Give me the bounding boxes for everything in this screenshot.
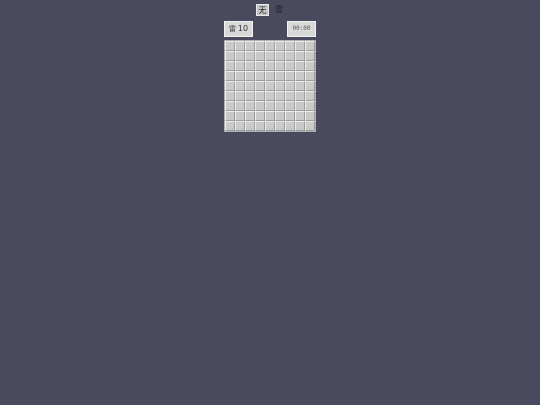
board-cell[interactable] (265, 41, 275, 51)
board-cell[interactable] (245, 41, 255, 51)
board-cell[interactable] (305, 61, 315, 71)
board-cell[interactable] (305, 51, 315, 61)
board-cell[interactable] (235, 71, 245, 81)
board-cell[interactable] (275, 121, 285, 131)
board-cell[interactable] (265, 111, 275, 121)
board-cell[interactable] (295, 121, 305, 131)
board-cell[interactable] (255, 41, 265, 51)
board-cell[interactable] (295, 41, 305, 51)
board-cell[interactable] (235, 61, 245, 71)
board-cell[interactable] (275, 101, 285, 111)
board-cell[interactable] (265, 61, 275, 71)
board-cell[interactable] (235, 121, 245, 131)
board-cell[interactable] (305, 111, 315, 121)
board-cell[interactable] (285, 111, 295, 121)
game-board (224, 40, 316, 132)
board-cell[interactable] (285, 51, 295, 61)
board-cell[interactable] (285, 41, 295, 51)
board-cell[interactable] (255, 51, 265, 61)
mine-count: 10 (237, 24, 249, 33)
board-cell[interactable] (245, 51, 255, 61)
board-cell[interactable] (275, 51, 285, 61)
board-cell[interactable] (225, 91, 235, 101)
board-cell[interactable] (305, 41, 315, 51)
board-cell[interactable] (275, 41, 285, 51)
board-cell[interactable] (225, 61, 235, 71)
board-cell[interactable] (255, 121, 265, 131)
board-cell[interactable] (265, 121, 275, 131)
board-cell[interactable] (225, 51, 235, 61)
board-cell[interactable] (235, 41, 245, 51)
board-cell[interactable] (265, 71, 275, 81)
board-cell[interactable] (225, 71, 235, 81)
board-cell[interactable] (295, 61, 305, 71)
board-cell[interactable] (235, 101, 245, 111)
board-cell[interactable] (285, 81, 295, 91)
board-cell[interactable] (275, 111, 285, 121)
board-cell[interactable] (255, 111, 265, 121)
minesweeper-page: 无 雷 雷 10 00:00 (0, 0, 540, 405)
board-cell[interactable] (305, 121, 315, 131)
board-cell[interactable] (305, 101, 315, 111)
board-cell[interactable] (245, 61, 255, 71)
board-cell[interactable] (235, 51, 245, 61)
board-cell[interactable] (295, 71, 305, 81)
board-cell[interactable] (305, 81, 315, 91)
board-cell[interactable] (265, 101, 275, 111)
mine-icon: 雷 (228, 25, 236, 33)
board-cell[interactable] (235, 111, 245, 121)
board-cell[interactable] (255, 61, 265, 71)
dig-mode-button[interactable]: 无 (256, 4, 269, 16)
board-cell[interactable] (245, 101, 255, 111)
board-cell[interactable] (295, 51, 305, 61)
board-cell[interactable] (305, 71, 315, 81)
board-cell[interactable] (265, 91, 275, 101)
flag-mode-button[interactable]: 雷 (273, 4, 285, 16)
board-cell[interactable] (225, 121, 235, 131)
board-cell[interactable] (275, 81, 285, 91)
board-cell[interactable] (245, 81, 255, 91)
board-cell[interactable] (285, 101, 295, 111)
board-cell[interactable] (285, 61, 295, 71)
mine-counter: 雷 10 (224, 21, 253, 37)
board-cell[interactable] (295, 101, 305, 111)
board-cell[interactable] (225, 41, 235, 51)
board-cell[interactable] (245, 111, 255, 121)
board-cell[interactable] (225, 81, 235, 91)
board-cell[interactable] (245, 91, 255, 101)
board-cell[interactable] (225, 111, 235, 121)
board-cell[interactable] (275, 61, 285, 71)
board-cell[interactable] (225, 101, 235, 111)
board-cell[interactable] (255, 81, 265, 91)
board-cell[interactable] (285, 71, 295, 81)
board-cell[interactable] (295, 111, 305, 121)
board-cell[interactable] (235, 91, 245, 101)
board-cell[interactable] (265, 81, 275, 91)
timer: 00:00 (287, 21, 316, 37)
board-cell[interactable] (275, 71, 285, 81)
board-cell[interactable] (235, 81, 245, 91)
board-cell[interactable] (295, 81, 305, 91)
board-cell[interactable] (255, 71, 265, 81)
board-cell[interactable] (295, 91, 305, 101)
board-cell[interactable] (245, 121, 255, 131)
board-cell[interactable] (265, 51, 275, 61)
board-cell[interactable] (255, 101, 265, 111)
board-cell[interactable] (285, 121, 295, 131)
board-cell[interactable] (285, 91, 295, 101)
board-cell[interactable] (255, 91, 265, 101)
board-cell[interactable] (245, 71, 255, 81)
mode-toolbar: 无 雷 (256, 4, 285, 16)
board-cell[interactable] (305, 91, 315, 101)
board-cell[interactable] (275, 91, 285, 101)
